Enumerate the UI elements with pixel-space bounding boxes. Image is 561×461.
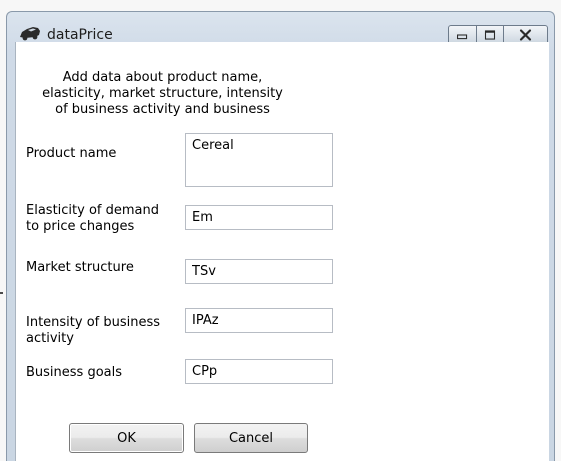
market-structure-field[interactable] (185, 259, 333, 284)
market-structure-label: Market structure (26, 260, 134, 275)
instructions-text: Add data about product name, elasticity,… (42, 70, 283, 117)
cancel-button[interactable]: Cancel (194, 423, 308, 453)
background-mark (0, 292, 3, 294)
car-icon (20, 27, 40, 41)
intensity-field[interactable] (185, 308, 333, 333)
elasticity-label: Elasticity of demand to price changes (26, 203, 159, 234)
product-name-label: Product name (26, 146, 117, 161)
window-title: dataPrice (47, 27, 113, 43)
product-name-field[interactable]: Cereal (185, 133, 333, 187)
intensity-label: Intensity of business activity (26, 315, 161, 346)
ok-button[interactable]: OK (69, 423, 184, 453)
business-goals-field[interactable] (185, 359, 333, 384)
business-goals-label: Business goals (26, 365, 123, 380)
elasticity-field[interactable] (185, 205, 333, 230)
